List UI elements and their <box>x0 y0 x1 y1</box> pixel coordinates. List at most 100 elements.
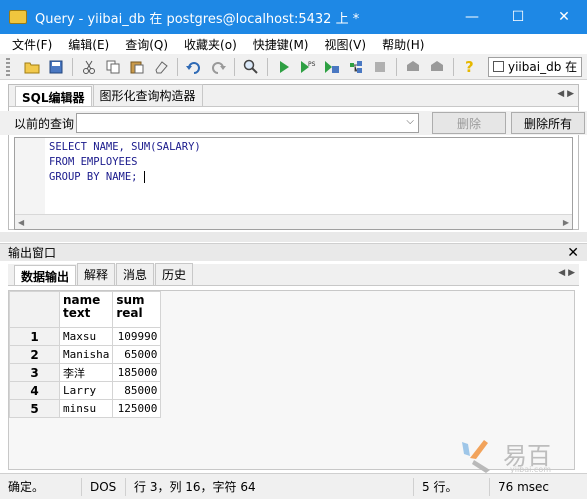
cell-sum[interactable]: 85000 <box>112 381 162 400</box>
sql-code[interactable]: SELECT NAME, SUM(SALARY) FROM EMPLOYEES GR… <box>49 140 201 185</box>
cell-sum[interactable]: 185000 <box>112 363 162 382</box>
column-header-sum[interactable]: sum real <box>112 291 162 328</box>
row-number[interactable]: 4 <box>9 381 60 400</box>
stop-icon[interactable] <box>370 57 390 77</box>
pane-splitter[interactable] <box>0 232 587 242</box>
menu-file[interactable]: 文件(F) <box>4 36 60 53</box>
line-ending-status: DOS <box>82 477 126 496</box>
output-tab-row: 数据输出 解释 消息 历史 ◀ ▶ <box>8 263 579 286</box>
cell-sum[interactable]: 125000 <box>112 399 162 418</box>
row-number[interactable]: 1 <box>9 327 60 346</box>
scroll-left-icon[interactable]: ◀ <box>18 218 24 227</box>
toolbar-separator <box>177 57 178 76</box>
undo-icon[interactable] <box>184 57 204 77</box>
row-number[interactable]: 3 <box>9 363 60 382</box>
history-label: 以前的查询 <box>14 116 75 131</box>
status-text: 确定。 <box>0 477 82 496</box>
menu-help[interactable]: 帮助(H) <box>374 36 432 53</box>
delete-button[interactable]: 删除 <box>432 112 506 134</box>
table-row[interactable]: 5 minsu 125000 <box>9 399 162 418</box>
menu-favourites[interactable]: 收藏夹(o) <box>176 36 245 53</box>
save-icon[interactable] <box>46 57 66 77</box>
toolbar-separator <box>234 57 235 76</box>
menu-edit[interactable]: 编辑(E) <box>60 36 117 53</box>
app-icon <box>9 10 27 24</box>
delete-all-button[interactable]: 删除所有 <box>511 112 585 134</box>
toolbar-separator <box>396 57 397 76</box>
tab-scroll-arrows[interactable]: ◀ ▶ <box>557 89 574 99</box>
editor-horizontal-scrollbar[interactable]: ◀ ▶ <box>15 214 572 229</box>
cell-sum[interactable]: 65000 <box>112 345 162 364</box>
find-icon[interactable] <box>241 57 261 77</box>
output-window-header: 输出窗口 ✕ <box>0 243 587 261</box>
sql-line: FROM EMPLOYEES <box>49 156 138 168</box>
chevron-down-icon: ⌵ <box>406 116 414 127</box>
tab-sql-editor[interactable]: SQL编辑器 <box>15 86 92 106</box>
database-selector[interactable]: yiibai_db 在 <box>488 56 583 77</box>
paste-icon[interactable] <box>127 57 147 77</box>
redo-icon[interactable] <box>208 57 228 77</box>
watermark-logo-icon <box>462 440 490 473</box>
help-icon[interactable]: ? <box>460 57 480 77</box>
row-number[interactable]: 2 <box>9 345 60 364</box>
tab-scroll-arrows[interactable]: ◀ ▶ <box>558 268 575 278</box>
cell-sum[interactable]: 109990 <box>112 327 162 346</box>
minimize-button[interactable]: — <box>449 0 495 34</box>
window-title: Query - yiibai_db 在 postgres@localhost:5… <box>35 11 360 27</box>
toolbar-separator <box>72 57 73 76</box>
tab-data-output[interactable]: 数据输出 <box>14 265 77 285</box>
header-row: name text sum real <box>9 291 162 328</box>
explain-icon[interactable] <box>346 57 366 77</box>
menu-query[interactable]: 查询(Q) <box>117 36 176 53</box>
sql-line: GROUP BY NAME; <box>49 170 201 185</box>
history-row: 以前的查询 ⌵ 删除 删除所有 <box>0 111 587 135</box>
tab-graphical-query-builder[interactable]: 图形化查询构造器 <box>92 84 203 106</box>
maximize-button[interactable]: ☐ <box>495 0 541 34</box>
query-tab-row: SQL编辑器 图形化查询构造器 ◀ ▶ <box>9 84 578 107</box>
close-button[interactable]: ✕ <box>541 0 587 34</box>
toolbar-separator <box>453 57 454 76</box>
clear-icon[interactable] <box>151 57 171 77</box>
cell-name[interactable]: minsu <box>58 399 114 418</box>
cut-icon[interactable] <box>79 57 99 77</box>
cursor-position-status: 行 3，列 16，字符 64 <box>126 477 414 496</box>
sql-editor[interactable]: SELECT NAME, SUM(SALARY) FROM EMPLOYEES GR… <box>14 137 573 230</box>
database-checkbox[interactable] <box>493 61 504 72</box>
commit-icon[interactable] <box>403 57 423 77</box>
row-count-status: 5 行。 <box>414 477 490 496</box>
open-icon[interactable] <box>22 57 42 77</box>
svg-text:?: ? <box>465 59 474 75</box>
toolbar-separator <box>267 57 268 76</box>
row-number[interactable]: 5 <box>9 399 60 418</box>
copy-icon[interactable] <box>103 57 123 77</box>
status-bar: 确定。 DOS 行 3，列 16，字符 64 5 行。 76 msec <box>0 473 587 499</box>
execute-to-file-icon[interactable] <box>322 57 342 77</box>
scroll-right-icon[interactable]: ▶ <box>563 218 569 227</box>
cell-name[interactable]: 李洋 <box>58 363 114 382</box>
watermark: 易百 yiibai.com <box>458 436 578 476</box>
previous-queries-select[interactable]: ⌵ <box>76 113 419 133</box>
table-row[interactable]: 2 Manisha 65000 <box>9 345 162 364</box>
toolbar-grip[interactable] <box>6 57 10 76</box>
menu-view[interactable]: 视图(V) <box>316 36 374 53</box>
grid-corner[interactable] <box>9 291 60 328</box>
table-row[interactable]: 1 Maxsu 109990 <box>9 327 162 346</box>
tab-messages[interactable]: 消息 <box>116 263 155 285</box>
execute-icon[interactable] <box>274 57 294 77</box>
text-cursor <box>143 171 145 183</box>
column-header-name[interactable]: name text <box>58 291 114 328</box>
tab-explain[interactable]: 解释 <box>77 263 116 285</box>
cell-name[interactable]: Manisha <box>58 345 114 364</box>
rollback-icon[interactable] <box>427 57 447 77</box>
sql-line-text: GROUP BY NAME; <box>49 171 138 183</box>
editor-gutter <box>15 138 45 214</box>
menu-macros[interactable]: 快捷键(M) <box>245 36 317 53</box>
cell-name[interactable]: Maxsu <box>58 327 114 346</box>
sql-line: SELECT NAME, SUM(SALARY) <box>49 141 201 153</box>
cell-name[interactable]: Larry <box>58 381 114 400</box>
output-close-icon[interactable]: ✕ <box>567 245 579 261</box>
execute-pgscript-icon[interactable]: PS <box>298 57 318 77</box>
table-row[interactable]: 4 Larry 85000 <box>9 381 162 400</box>
table-row[interactable]: 3 李洋 185000 <box>9 363 162 382</box>
tab-history[interactable]: 历史 <box>155 263 194 285</box>
